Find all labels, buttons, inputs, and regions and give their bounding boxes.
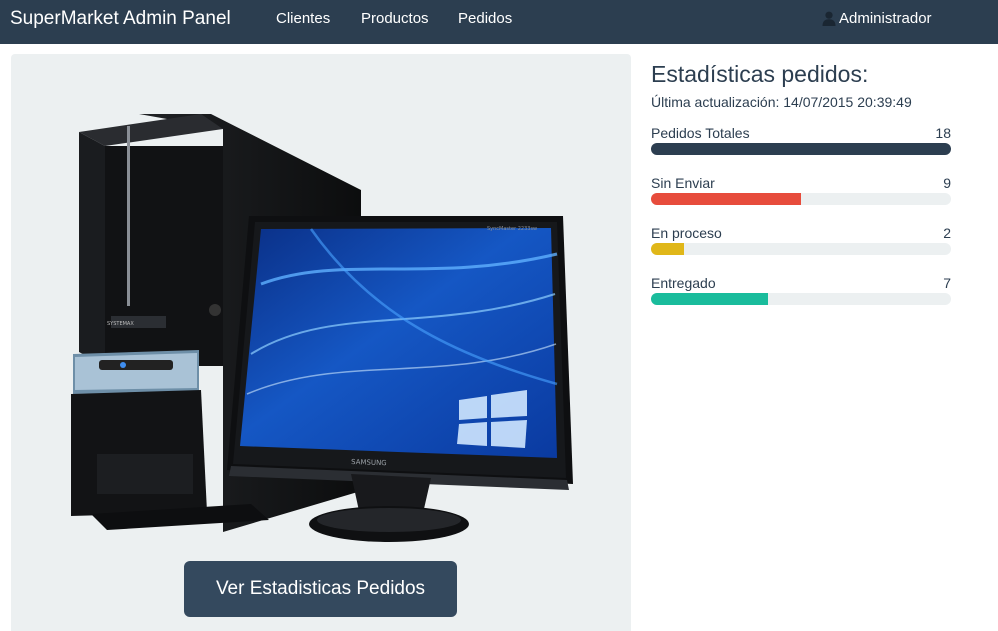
stat-sin-enviar: Sin Enviar 9 — [651, 175, 951, 205]
stat-entregado: Entregado 7 — [651, 275, 951, 305]
navbar: SuperMarket Admin Panel Clientes Product… — [0, 0, 998, 44]
progress-fill — [651, 243, 685, 255]
nav-link-productos[interactable]: Productos — [361, 10, 429, 27]
hero-panel: SAMSUNG SyncMaster 2233sw SYSTEMAX Ver E… — [11, 54, 631, 631]
monitor-model-label: SyncMaster 2233sw — [487, 226, 537, 232]
user-name: Administrador — [839, 10, 932, 27]
progress-fill — [651, 143, 951, 155]
brand-title[interactable]: SuperMarket Admin Panel — [10, 8, 231, 30]
user-menu[interactable]: Administrador — [822, 10, 932, 27]
progress-fill — [651, 293, 768, 305]
user-icon — [822, 11, 836, 26]
stat-label: Pedidos Totales — [651, 125, 750, 141]
stats-panel: Estadísticas pedidos: Última actualizaci… — [651, 60, 951, 305]
ver-estadisticas-button[interactable]: Ver Estadisticas Pedidos — [184, 561, 457, 617]
stat-label: Entregado — [651, 275, 716, 291]
stat-value: 7 — [943, 275, 951, 291]
progress-fill — [651, 193, 801, 205]
nav-link-pedidos[interactable]: Pedidos — [458, 10, 512, 27]
stat-value: 2 — [943, 225, 951, 241]
nav-link-clientes[interactable]: Clientes — [276, 10, 330, 27]
last-update-text: Última actualización: 14/07/2015 20:39:4… — [651, 94, 912, 110]
progress-bar — [651, 243, 951, 255]
stat-value: 18 — [935, 125, 951, 141]
stat-value: 9 — [943, 175, 951, 191]
progress-bar — [651, 193, 951, 205]
stats-title: Estadísticas pedidos: — [651, 61, 869, 87]
stat-label: Sin Enviar — [651, 175, 715, 191]
desktop-computer-image: SAMSUNG SyncMaster 2233sw SYSTEMAX — [71, 114, 573, 542]
tower-brand-label: SYSTEMAX — [107, 321, 134, 327]
stat-label: En proceso — [651, 225, 722, 241]
progress-bar — [651, 293, 951, 305]
monitor-brand-label: SAMSUNG — [351, 458, 387, 467]
stat-pedidos-totales: Pedidos Totales 18 — [651, 125, 951, 155]
stat-en-proceso: En proceso 2 — [651, 225, 951, 255]
progress-bar — [651, 143, 951, 155]
